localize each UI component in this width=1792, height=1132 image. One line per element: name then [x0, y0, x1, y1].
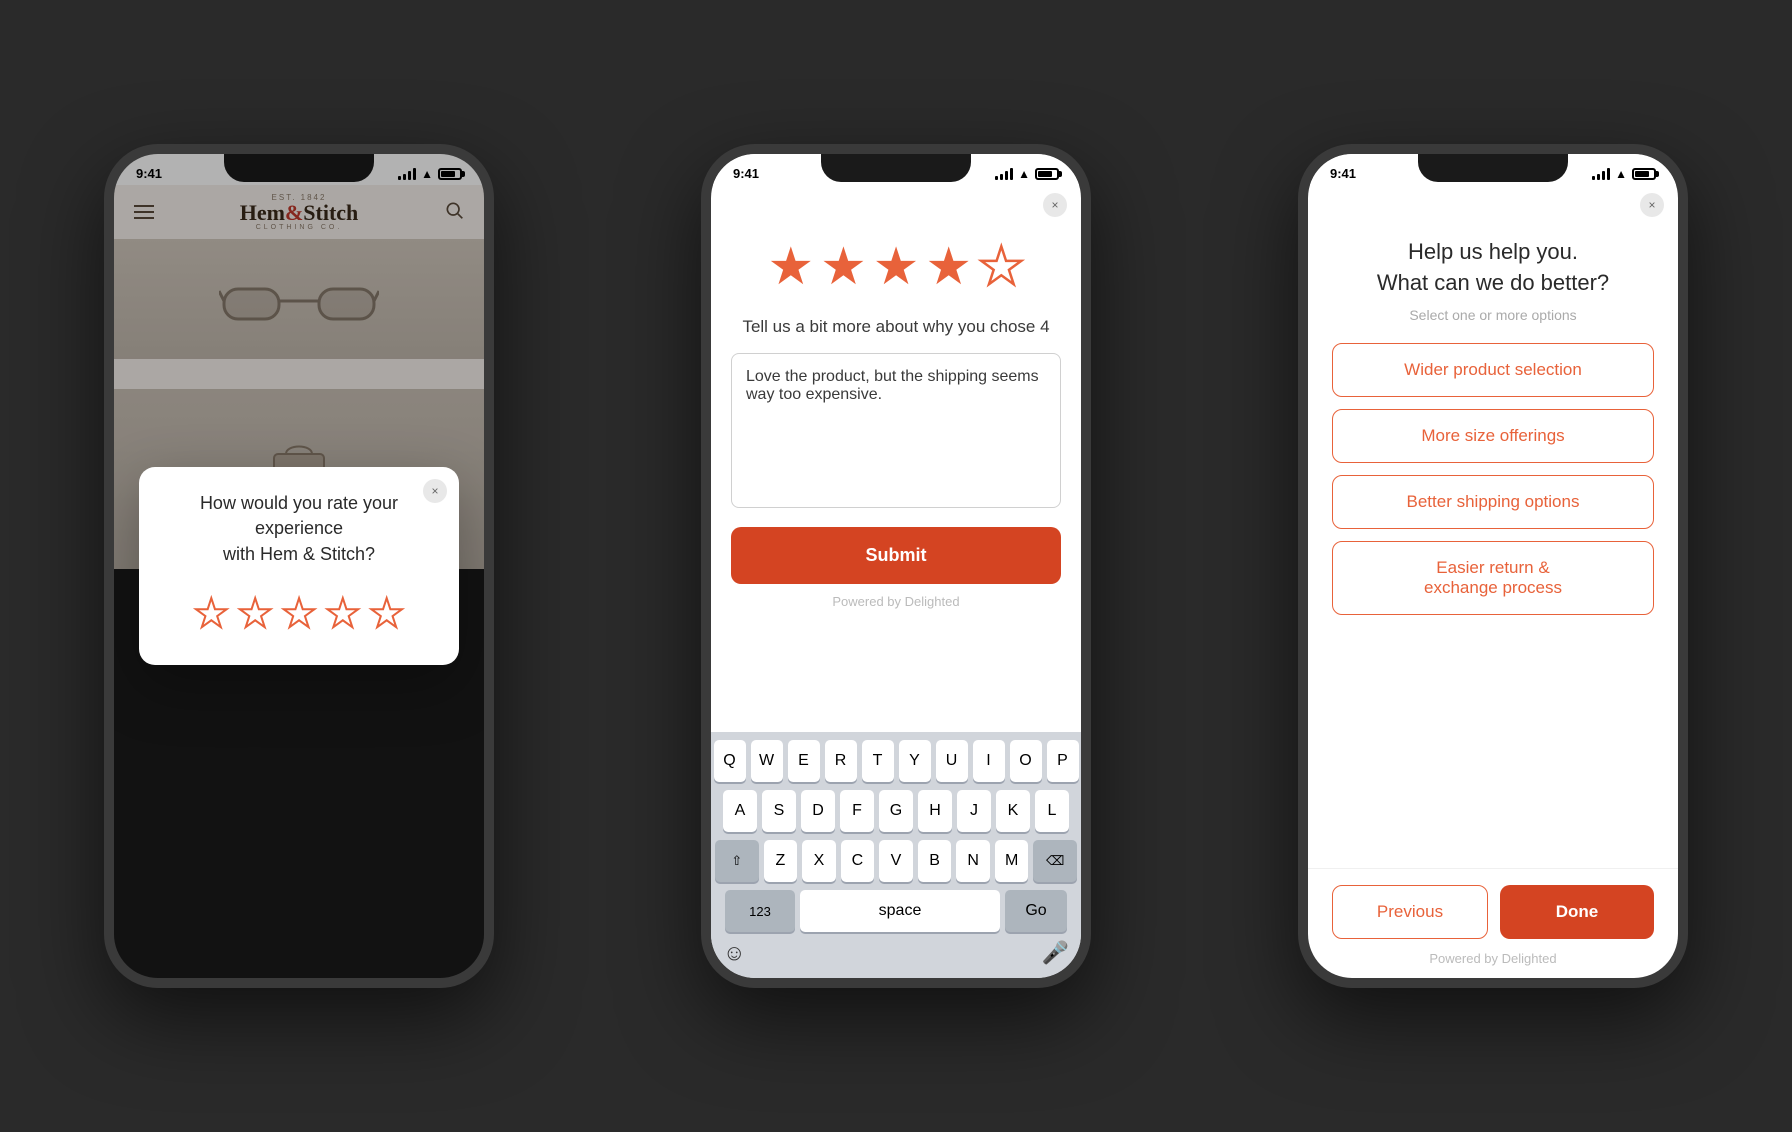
phone2-close-button[interactable]: × — [1043, 193, 1067, 217]
modal-close-button[interactable]: × — [423, 479, 447, 503]
phone3-notch — [1418, 154, 1568, 182]
emoji-key[interactable]: ☺ — [723, 940, 745, 966]
key-n[interactable]: N — [956, 840, 990, 882]
key-e[interactable]: E — [788, 740, 820, 782]
key-p[interactable]: P — [1047, 740, 1079, 782]
option-wider-product[interactable]: Wider product selection — [1332, 343, 1654, 397]
option-easier-return[interactable]: Easier return &exchange process — [1332, 541, 1654, 615]
key-l[interactable]: L — [1035, 790, 1069, 832]
key-q[interactable]: Q — [714, 740, 746, 782]
modal-title: How would you rate your experience with … — [163, 491, 435, 567]
option-better-shipping[interactable]: Better shipping options — [1332, 475, 1654, 529]
keyboard-row-1: Q W E R T Y U I O P — [715, 740, 1077, 782]
done-button[interactable]: Done — [1500, 885, 1654, 939]
star-3[interactable]: ★ — [281, 591, 317, 637]
key-d[interactable]: D — [801, 790, 835, 832]
key-c[interactable]: C — [841, 840, 875, 882]
key-r[interactable]: R — [825, 740, 857, 782]
key-a[interactable]: A — [723, 790, 757, 832]
phone3-close-button[interactable]: × — [1640, 193, 1664, 217]
options-title: Help us help you. What can we do better? — [1332, 237, 1654, 299]
phone3-status-icons: ▲ — [1592, 167, 1656, 181]
key-u[interactable]: U — [936, 740, 968, 782]
phone2-time: 9:41 — [733, 166, 759, 181]
phone1: 9:41 ▲ — [104, 144, 494, 988]
phone2-signal-icon — [995, 168, 1013, 180]
keyboard-row-2: A S D F G H J K L — [715, 790, 1077, 832]
options-subtitle: Select one or more options — [1332, 307, 1654, 323]
big-star-4[interactable]: ★ — [925, 237, 972, 297]
phone3: 9:41 ▲ × — [1298, 144, 1688, 988]
option-more-sizes[interactable]: More size offerings — [1332, 409, 1654, 463]
key-m[interactable]: M — [995, 840, 1029, 882]
key-w[interactable]: W — [751, 740, 783, 782]
phone1-screen: 9:41 ▲ — [114, 154, 484, 978]
phone1-wrapper: 9:41 ▲ — [1, 0, 598, 1132]
powered-by-footer: Powered by Delighted — [1332, 951, 1654, 966]
star-4[interactable]: ★ — [325, 591, 361, 637]
key-o[interactable]: O — [1010, 740, 1042, 782]
key-go[interactable]: Go — [1005, 890, 1067, 932]
key-space[interactable]: space — [800, 890, 1000, 932]
keyboard-bottom-row: ☺ 🎤 — [715, 940, 1077, 974]
phone2-battery-icon — [1035, 168, 1059, 180]
phone3-signal-icon — [1592, 168, 1610, 180]
phone3-wrapper: 9:41 ▲ × — [1195, 0, 1792, 1132]
key-t[interactable]: T — [862, 740, 894, 782]
keyboard-row-3: ⇧ Z X C V B N M ⌫ — [715, 840, 1077, 882]
key-x[interactable]: X — [802, 840, 836, 882]
key-f[interactable]: F — [840, 790, 874, 832]
phone2-status-icons: ▲ — [995, 167, 1059, 181]
key-s[interactable]: S — [762, 790, 796, 832]
phone2: 9:41 ▲ × — [701, 144, 1091, 988]
phone2-wifi-icon: ▲ — [1018, 167, 1030, 181]
keyboard-row-4: 123 space Go — [715, 890, 1077, 932]
big-stars-row[interactable]: ★ ★ ★ ★ ★ — [731, 237, 1061, 297]
review-question: Tell us a bit more about why you chose 4 — [731, 317, 1061, 337]
review-textarea[interactable]: Love the product, but the shipping seems… — [731, 353, 1061, 508]
big-star-3[interactable]: ★ — [873, 237, 920, 297]
key-v[interactable]: V — [879, 840, 913, 882]
submit-button[interactable]: Submit — [731, 527, 1061, 584]
big-star-2[interactable]: ★ — [820, 237, 867, 297]
key-i[interactable]: I — [973, 740, 1005, 782]
key-h[interactable]: H — [918, 790, 952, 832]
phone3-wifi-icon: ▲ — [1615, 167, 1627, 181]
rating-stars[interactable]: ★ ★ ★ ★ ★ — [163, 591, 435, 637]
phone3-time: 9:41 — [1330, 166, 1356, 181]
keyboard[interactable]: Q W E R T Y U I O P A S D F G — [711, 732, 1081, 978]
key-delete[interactable]: ⌫ — [1033, 840, 1077, 882]
key-b[interactable]: B — [918, 840, 952, 882]
big-star-1[interactable]: ★ — [767, 237, 814, 297]
big-star-5[interactable]: ★ — [978, 237, 1025, 297]
star-1[interactable]: ★ — [193, 591, 229, 637]
key-z[interactable]: Z — [764, 840, 798, 882]
key-123[interactable]: 123 — [725, 890, 795, 932]
star-5[interactable]: ★ — [369, 591, 405, 637]
key-g[interactable]: G — [879, 790, 913, 832]
options-footer: Previous Done Powered by Delighted — [1308, 868, 1678, 978]
phone3-screen: 9:41 ▲ × — [1308, 154, 1678, 978]
key-k[interactable]: K — [996, 790, 1030, 832]
options-content: Help us help you. What can we do better?… — [1308, 217, 1678, 868]
phone3-battery-icon — [1632, 168, 1656, 180]
phone2-screen: 9:41 ▲ × — [711, 154, 1081, 978]
key-j[interactable]: J — [957, 790, 991, 832]
key-y[interactable]: Y — [899, 740, 931, 782]
options-nav: Previous Done — [1332, 885, 1654, 939]
phone2-wrapper: 9:41 ▲ × — [598, 0, 1195, 1132]
key-shift[interactable]: ⇧ — [715, 840, 759, 882]
modal-overlay: × How would you rate your experience wit… — [114, 154, 484, 978]
mic-key[interactable]: 🎤 — [1042, 940, 1069, 966]
review-content: ★ ★ ★ ★ ★ Tell us a bit more about why y… — [711, 217, 1081, 625]
rating-modal: × How would you rate your experience wit… — [139, 467, 459, 665]
phone2-notch — [821, 154, 971, 182]
powered-by-label: Powered by Delighted — [731, 594, 1061, 609]
previous-button[interactable]: Previous — [1332, 885, 1488, 939]
star-2[interactable]: ★ — [237, 591, 273, 637]
